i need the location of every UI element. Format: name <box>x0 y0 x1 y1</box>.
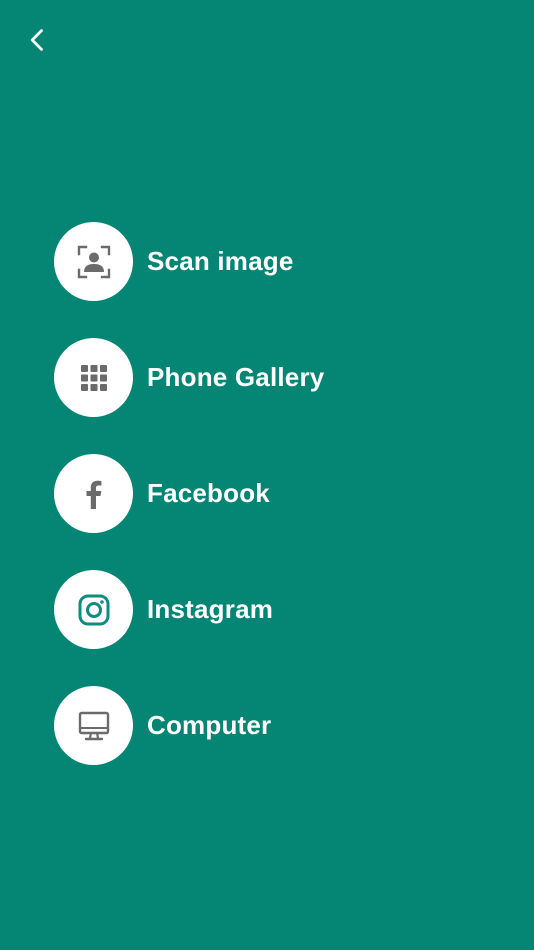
source-icon-circle <box>54 570 133 649</box>
back-button[interactable] <box>18 20 58 60</box>
source-label: Facebook <box>147 478 270 508</box>
source-icon-circle <box>54 686 133 765</box>
monitor-icon <box>78 711 109 740</box>
source-label: Instagram <box>147 594 274 624</box>
source-item-facebook[interactable]: Facebook <box>54 454 514 533</box>
source-label: Phone Gallery <box>147 362 325 392</box>
source-icon-circle <box>54 222 133 301</box>
instagram-icon <box>78 594 109 625</box>
source-item-scan-image[interactable]: Scan image <box>54 222 514 301</box>
source-item-phone-gallery[interactable]: Phone Gallery <box>54 338 514 417</box>
image-source-list: Scan image Phone Gallery Facebook Instag… <box>54 222 514 802</box>
source-icon-circle <box>54 338 133 417</box>
source-label: Computer <box>147 710 272 740</box>
source-icon-circle <box>54 454 133 533</box>
chevron-left-icon <box>30 29 43 51</box>
source-item-instagram[interactable]: Instagram <box>54 570 514 649</box>
scan-person-icon <box>77 245 110 278</box>
grid-dots-icon <box>80 364 107 391</box>
source-item-computer[interactable]: Computer <box>54 686 514 765</box>
source-label: Scan image <box>147 246 294 276</box>
facebook-icon <box>86 480 101 509</box>
